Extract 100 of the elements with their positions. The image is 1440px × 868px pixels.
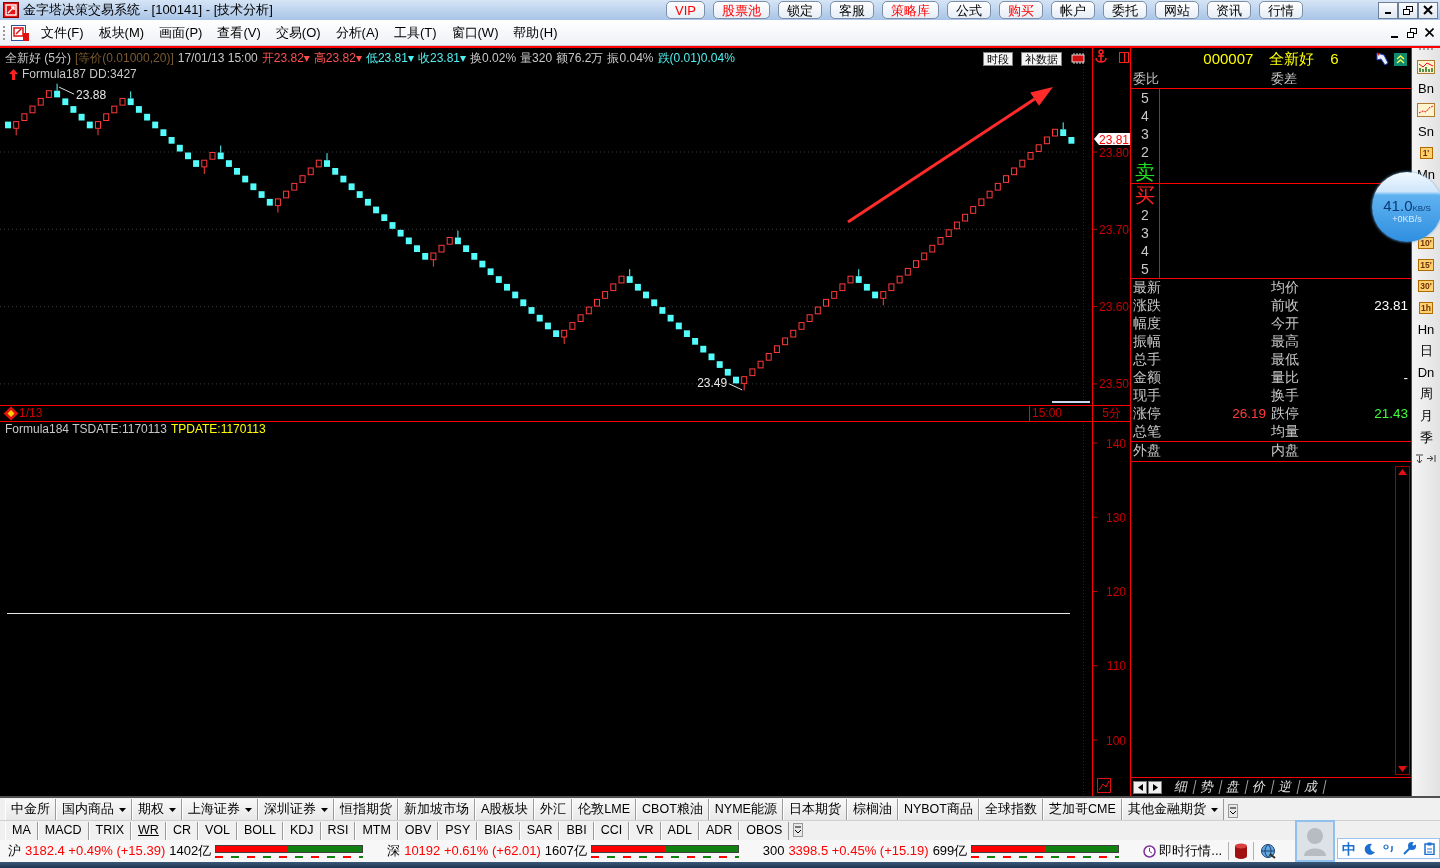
period-tile[interactable]: 30' <box>1418 280 1434 293</box>
market-tab[interactable]: CBOT粮油 <box>636 799 709 820</box>
period-tile[interactable]: 1' <box>1419 147 1433 160</box>
period-label[interactable]: 日 <box>1419 343 1433 359</box>
menu-item[interactable]: 工具(T) <box>386 24 444 41</box>
restore-icon[interactable] <box>1407 27 1417 38</box>
previous-button[interactable] <box>1133 780 1147 794</box>
market-tab[interactable]: 国内商品 <box>56 799 132 820</box>
indicator-tab[interactable]: TRIX <box>88 821 132 840</box>
period-label[interactable]: 季 <box>1419 429 1433 446</box>
toolbar-button[interactable]: 帐户 <box>1051 1 1095 19</box>
clock-icon[interactable] <box>1143 844 1157 858</box>
scroll-down-icon[interactable] <box>1398 766 1407 772</box>
menu-item[interactable]: 交易(O) <box>268 24 328 41</box>
market-tab[interactable]: 新加坡市场 <box>398 799 475 820</box>
toolbar-button[interactable]: 资讯 <box>1207 1 1251 19</box>
menu-item[interactable]: 画面(P) <box>152 24 210 41</box>
restore-icon[interactable] <box>1403 5 1413 15</box>
menu-item[interactable]: 分析(A) <box>328 24 386 41</box>
chart-button[interactable]: 补数据 <box>1021 51 1062 66</box>
punctuation-icon[interactable] <box>1383 843 1396 854</box>
diamond-icon[interactable] <box>3 406 19 421</box>
period-label[interactable]: Bn <box>1418 80 1434 97</box>
caret-icon[interactable] <box>169 807 176 812</box>
anchor-icon[interactable] <box>1095 49 1107 63</box>
indicator-tab[interactable]: KDJ <box>282 821 321 840</box>
toolbar-button[interactable]: 股票池 <box>713 1 770 19</box>
toolbar-button[interactable]: VIP <box>666 1 705 19</box>
menu-item[interactable]: 板块(M) <box>91 24 152 41</box>
moon-icon[interactable] <box>1363 842 1376 855</box>
caret-icon[interactable] <box>119 807 126 812</box>
chart-button[interactable]: 时段 <box>983 51 1013 66</box>
feed-status[interactable]: 即时行情... <box>1159 843 1223 859</box>
indicator-tab[interactable]: ADR <box>698 821 740 840</box>
indicator-tab[interactable]: BOLL <box>236 821 283 840</box>
market-tab[interactable]: 全球指数 <box>978 799 1043 820</box>
chart-icon[interactable] <box>1097 778 1111 793</box>
toolbar-button[interactable]: 客服 <box>830 1 874 19</box>
menu-item[interactable]: 查看(V) <box>210 24 268 41</box>
indicator-tab[interactable]: ADL <box>660 821 699 840</box>
market-tab[interactable]: A股板块 <box>475 799 535 820</box>
triangle-left-icon[interactable] <box>1137 783 1143 791</box>
market-tab[interactable]: NYME能源 <box>708 799 783 820</box>
next-button[interactable] <box>1148 780 1162 794</box>
wrench-icon[interactable] <box>1403 842 1417 855</box>
globe-icon[interactable] <box>1260 843 1277 859</box>
indicator-tab[interactable]: SAR <box>519 821 560 840</box>
period-tile[interactable]: 1h <box>1419 301 1433 314</box>
market-tab[interactable]: 棕榈油 <box>846 799 898 820</box>
period-label[interactable]: Sn <box>1418 123 1434 140</box>
period-label[interactable]: Dn <box>1417 364 1435 381</box>
chip-icon[interactable] <box>1070 53 1086 64</box>
indicator-tab[interactable]: VR <box>629 821 661 840</box>
indicator-tab[interactable]: OBOS <box>739 821 790 840</box>
period-tile[interactable]: 15' <box>1418 258 1434 271</box>
market-tab[interactable]: 深圳证券 <box>258 799 334 820</box>
scroll-up-icon[interactable] <box>1398 469 1407 475</box>
database-icon[interactable] <box>1235 843 1248 859</box>
indicator-tab[interactable]: CR <box>165 821 198 840</box>
toolbar-button[interactable]: 委托 <box>1103 1 1147 19</box>
restore-button[interactable] <box>1398 1 1418 19</box>
panel-icon[interactable] <box>1119 52 1129 63</box>
scroll-bar[interactable] <box>1395 466 1410 775</box>
indicator-tab[interactable]: CCI <box>593 821 630 840</box>
panel-tab[interactable]: 价 <box>1245 780 1275 794</box>
toolbar-button[interactable]: 策略库 <box>882 1 939 19</box>
market-tab[interactable]: 外汇 <box>534 799 573 820</box>
market-tab[interactable]: 上海证券 <box>182 799 258 820</box>
caret-icon[interactable] <box>245 807 252 812</box>
chevron-up-icon[interactable] <box>1394 52 1407 66</box>
indicator-tab[interactable]: WR <box>131 821 166 840</box>
period-label[interactable]: 月 <box>1419 407 1433 424</box>
input-mode-toggle[interactable]: 中 <box>1341 841 1356 856</box>
triangle-right-icon[interactable] <box>1152 783 1158 791</box>
market-tab[interactable]: 芝加哥CME <box>1042 799 1122 820</box>
toolbar-button[interactable]: 购买 <box>999 1 1043 19</box>
market-tab[interactable]: 日本期货 <box>782 799 847 820</box>
period-tile[interactable]: 10' <box>1418 236 1434 249</box>
market-tab[interactable]: 中金所 <box>5 799 56 820</box>
indicator-tab[interactable]: BIAS <box>477 821 520 840</box>
panel-tab[interactable]: 盘 <box>1219 780 1249 794</box>
caret-icon[interactable] <box>1210 807 1218 812</box>
close-button[interactable] <box>1418 1 1438 19</box>
market-tab[interactable]: 期权 <box>132 799 182 820</box>
period-label[interactable]: 周 <box>1419 386 1433 402</box>
market-tab[interactable]: NYBOT商品 <box>897 799 979 820</box>
bar-chart-icon[interactable] <box>1417 59 1435 74</box>
caret-icon[interactable] <box>321 807 328 812</box>
toolbar-button[interactable]: 网站 <box>1155 1 1199 19</box>
indicator-tab[interactable]: MA <box>5 821 38 840</box>
minimize-button[interactable] <box>1378 1 1398 19</box>
menu-item[interactable]: 窗口(W) <box>444 24 506 41</box>
close-icon[interactable] <box>1425 28 1434 37</box>
clipboard-icon[interactable] <box>1424 842 1436 855</box>
line-chart-icon[interactable] <box>1417 103 1435 117</box>
menu-item[interactable]: 文件(F) <box>34 24 91 41</box>
market-tab[interactable]: 其他金融期货 <box>1121 799 1224 820</box>
panel-tab[interactable]: 细 <box>1167 780 1197 794</box>
close-icon[interactable] <box>1423 5 1433 15</box>
pointer-icon[interactable] <box>1375 52 1390 66</box>
